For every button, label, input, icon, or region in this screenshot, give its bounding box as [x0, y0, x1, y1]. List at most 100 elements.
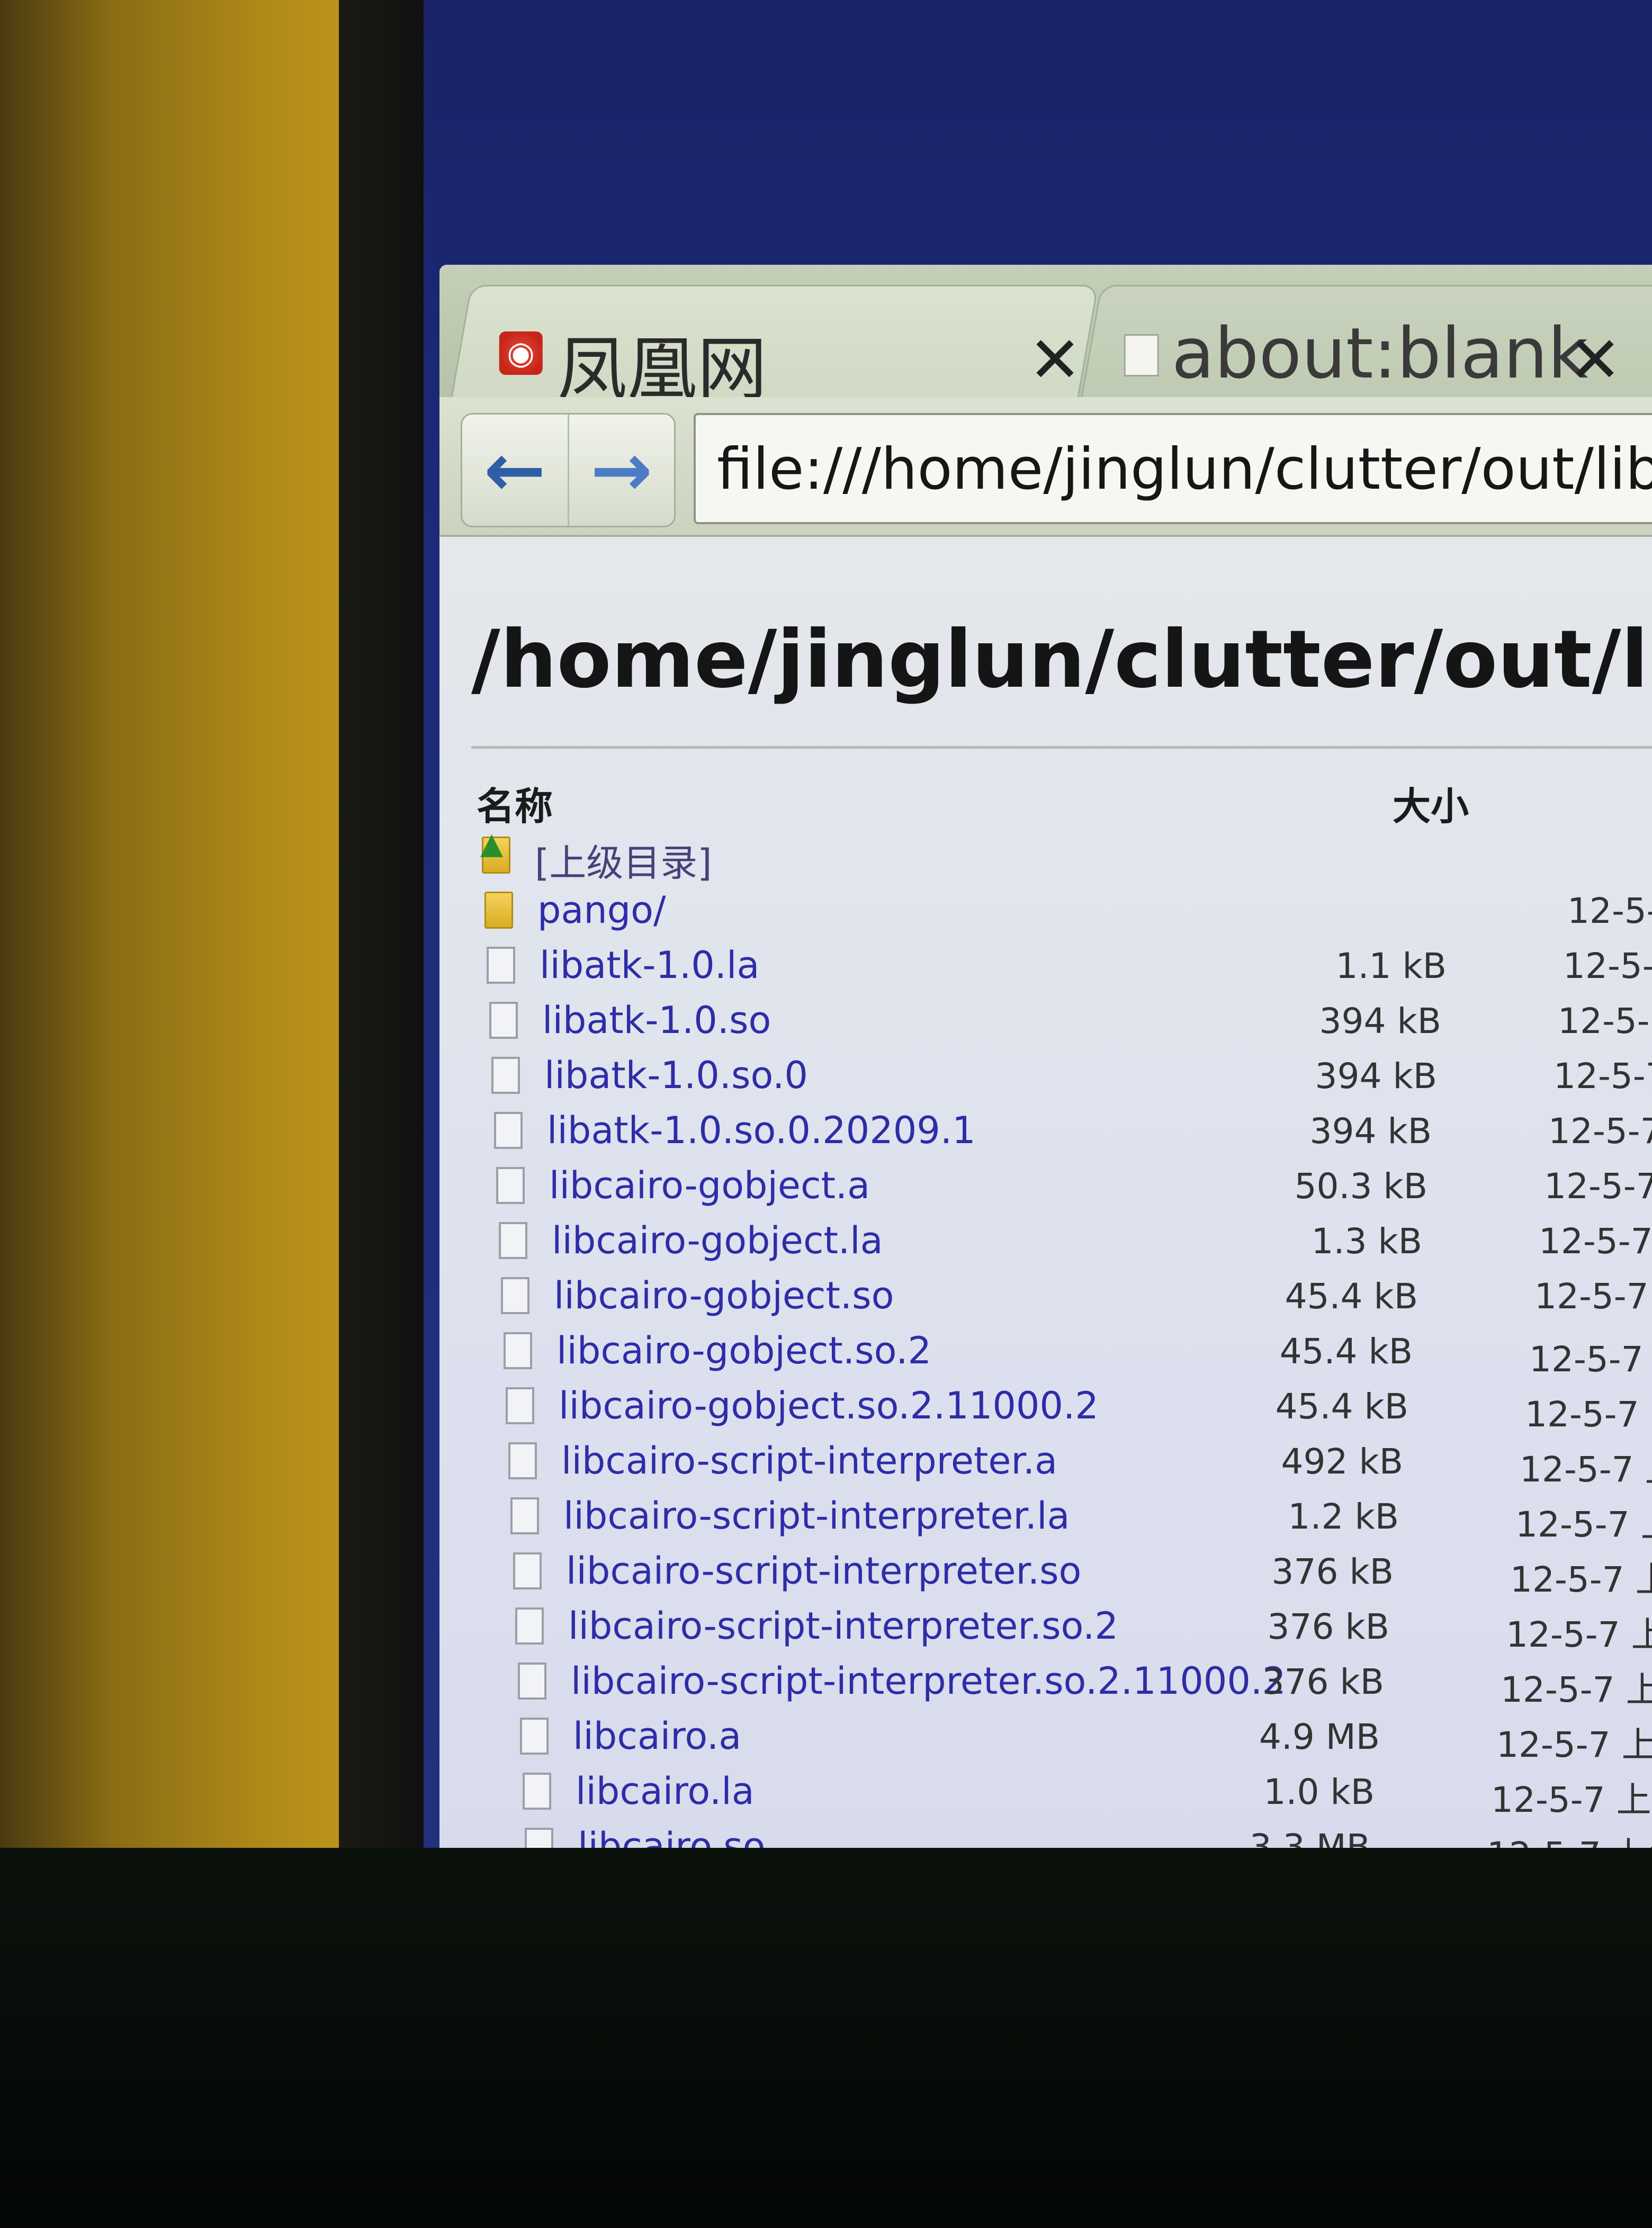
file-date: 12-5-7 上 — [1529, 1339, 1652, 1380]
file-name-link[interactable]: libatk-1.0.la — [540, 944, 759, 987]
file-date: 12-5-7 — [1548, 1111, 1652, 1152]
page-title: /home/jinglun/clutter/out/lib/ 的 — [471, 614, 1652, 706]
file-icon — [513, 1552, 542, 1589]
column-header-size[interactable]: 大小 — [1393, 775, 1469, 831]
file-row[interactable]: libcairo-gobject.so.2 45.4 kB 12-5-7 上 — [504, 1329, 1652, 1380]
browser-toolbar: ← → file:///home/jinglun/clutter/out/lib… — [439, 397, 1652, 537]
file-row[interactable]: libcairo.so 3.3 MB 12-5-7 上午8 — [525, 1825, 1652, 1850]
heading-divider — [471, 746, 1652, 749]
dark-lower-area — [0, 1848, 1652, 2228]
file-name-link[interactable]: libcairo-gobject.a — [549, 1164, 870, 1207]
file-row[interactable]: libatk-1.0.so 394 kB 12-5-7 — [489, 999, 1652, 1049]
ifeng-logo-icon: ◉ — [499, 331, 543, 375]
file-icon — [523, 1773, 551, 1810]
file-row[interactable]: libatk-1.0.so.0 394 kB 12-5-7 — [491, 1054, 1652, 1104]
tab-ifeng[interactable]: ◉ 凤凰网 ✕ — [451, 285, 1099, 410]
column-header-name[interactable]: 名称 — [477, 775, 553, 831]
folder-row[interactable]: pango/12-5- — [484, 888, 1652, 939]
file-date: 12-5-7 上午 — [1510, 1559, 1652, 1600]
close-icon[interactable]: ✕ — [1568, 324, 1622, 397]
file-date: 12-5-7 上 — [1525, 1394, 1652, 1435]
file-name-link[interactable]: libcairo-gobject.la — [552, 1219, 883, 1262]
file-date: 12-5-7 — [1554, 1056, 1652, 1097]
file-name-link[interactable]: libatk-1.0.so.0.20209.1 — [547, 1109, 976, 1152]
file-size: 45.4 kB — [1275, 1386, 1408, 1427]
file-size: 45.4 kB — [1279, 1331, 1413, 1372]
page-icon — [1124, 334, 1159, 376]
file-icon — [510, 1497, 539, 1534]
file-icon — [525, 1828, 553, 1850]
file-row[interactable]: libcairo-script-interpreter.a 492 kB 12-5-… — [508, 1439, 1652, 1490]
close-icon[interactable]: ✕ — [1028, 324, 1082, 397]
file-name-link[interactable]: libcairo.la — [576, 1769, 755, 1813]
file-size: 492 kB — [1281, 1441, 1403, 1482]
file-date: 12-5-7 — [1539, 1221, 1652, 1262]
file-date: 12-5-7 — [1534, 1276, 1649, 1317]
file-icon — [489, 1002, 518, 1039]
file-size: 3.3 MB — [1249, 1827, 1370, 1850]
folder-icon — [484, 892, 513, 929]
file-icon — [518, 1663, 546, 1700]
file-size: 394 kB — [1315, 1056, 1437, 1097]
file-date: 12-5-7 — [1544, 1166, 1652, 1207]
file-row[interactable]: libcairo-gobject.a 50.3 kB 12-5-7 — [496, 1164, 1652, 1215]
file-date: 12-5-7 上 — [1520, 1449, 1652, 1490]
directory-listing-page: /home/jinglun/clutter/out/lib/ 的 名称 大小 [… — [439, 537, 1652, 1850]
file-name-link[interactable]: libcairo.a — [573, 1714, 741, 1758]
file-icon — [506, 1387, 534, 1424]
file-date: 12-5- — [1563, 946, 1652, 986]
file-name-link[interactable]: libcairo-script-interpreter.a — [561, 1439, 1057, 1483]
file-date: 12-5-7 — [1558, 1001, 1652, 1041]
file-size: 50.3 kB — [1294, 1166, 1427, 1207]
file-name-link[interactable]: libcairo-script-interpreter.la — [563, 1494, 1070, 1538]
file-row[interactable]: libcairo.la 1.0 kB 12-5-7 上午8 — [523, 1769, 1652, 1820]
parent-directory-row[interactable]: [上级目录] — [480, 826, 1652, 887]
address-bar[interactable]: file:///home/jinglun/clutter/out/lib/ — [694, 413, 1652, 524]
file-icon — [487, 947, 515, 984]
file-icon — [494, 1112, 523, 1149]
file-size: 1.2 kB — [1288, 1496, 1399, 1537]
file-size: 1.3 kB — [1311, 1221, 1422, 1262]
address-text[interactable]: file:///home/jinglun/clutter/out/lib/ — [717, 436, 1652, 502]
file-icon — [504, 1332, 532, 1369]
file-name-link[interactable]: libcairo-gobject.so.2.11000.2 — [559, 1384, 1099, 1427]
file-size: 1.1 kB — [1335, 946, 1447, 986]
file-row[interactable]: libcairo-gobject.so.2.11000.2 45.4 kB 12-5… — [506, 1384, 1652, 1435]
file-name-link[interactable]: libcairo-gobject.so — [554, 1274, 894, 1317]
file-row[interactable]: libcairo-script-interpreter.so 376 kB 12-5… — [513, 1549, 1652, 1600]
file-row[interactable]: libatk-1.0.so.0.20209.1 394 kB 12-5-7 — [494, 1109, 1652, 1160]
file-icon — [515, 1607, 544, 1645]
file-name-link[interactable]: libcairo.so — [578, 1825, 766, 1850]
forward-button[interactable]: → — [567, 415, 675, 526]
tab-strip: ◉ 凤凰网 ✕ about:blank ✕ — [439, 265, 1652, 410]
file-row[interactable]: libcairo-script-interpreter.so.2 376 kB 12… — [515, 1604, 1652, 1655]
file-date: 12-5-7 上午 — [1496, 1724, 1652, 1765]
file-size: 394 kB — [1309, 1111, 1432, 1152]
file-date: 12-5-7 上午 — [1501, 1669, 1652, 1710]
file-name-link[interactable]: libcairo-script-interpreter.so — [566, 1549, 1081, 1593]
file-row[interactable]: libcairo-gobject.so 45.4 kB 12-5-7 — [501, 1274, 1652, 1325]
file-size: 376 kB — [1262, 1661, 1384, 1702]
file-name-link[interactable]: libcairo-gobject.so.2 — [556, 1329, 931, 1372]
file-row[interactable]: libcairo-gobject.la 1.3 kB 12-5-7 — [499, 1219, 1652, 1270]
file-date: 12-5-7 上午8 — [1491, 1780, 1652, 1820]
tab-about-blank[interactable]: about:blank ✕ — [1081, 285, 1652, 399]
photo-scene: ◉ 凤凰网 ✕ about:blank ✕ ← → file:///home/j… — [0, 0, 1652, 2228]
file-icon — [491, 1057, 520, 1094]
file-row[interactable]: libcairo.a 4.9 MB 12-5-7 上午 — [520, 1714, 1652, 1765]
file-name-link[interactable]: libatk-1.0.so — [542, 999, 771, 1042]
file-size: 45.4 kB — [1285, 1276, 1418, 1317]
file-name-link[interactable]: pango/ — [537, 888, 666, 932]
file-icon — [520, 1718, 549, 1755]
file-size: 1.0 kB — [1263, 1772, 1375, 1812]
file-icon — [501, 1277, 529, 1314]
file-row[interactable]: libcairo-script-interpreter.la 1.2 kB 12-5… — [510, 1494, 1652, 1545]
file-row[interactable]: libcairo-script-interpreter.so.2.11000.2… — [518, 1659, 1652, 1710]
file-date: 12-5-7 上午 — [1515, 1504, 1652, 1545]
file-row[interactable]: libatk-1.0.la 1.1 kB 12-5- — [487, 944, 1652, 994]
back-button[interactable]: ← — [462, 415, 568, 526]
file-name-link[interactable]: libcairo-script-interpreter.so.2 — [568, 1604, 1118, 1648]
file-name-link[interactable]: libatk-1.0.so.0 — [544, 1054, 808, 1097]
file-icon — [508, 1442, 537, 1479]
file-name-link[interactable]: [上级目录] — [535, 833, 712, 887]
